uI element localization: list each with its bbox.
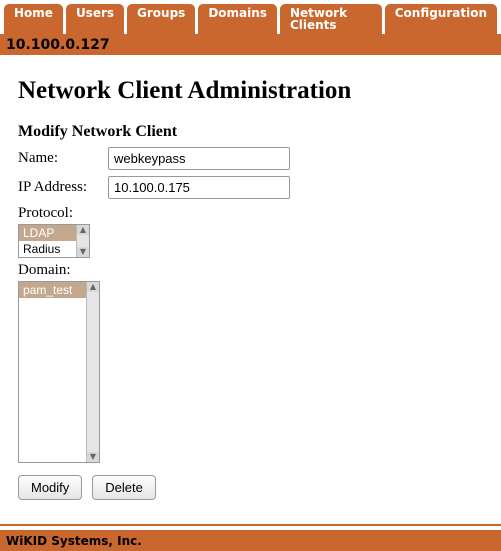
subheading: Modify Network Client bbox=[18, 123, 483, 141]
ip-address-bar: 10.100.0.127 bbox=[0, 35, 501, 55]
domain-option-pam-test[interactable]: pam_test bbox=[19, 282, 86, 298]
tab-home[interactable]: Home bbox=[4, 4, 63, 34]
protocol-scrollbar[interactable]: ▲ ▼ bbox=[76, 225, 89, 257]
main-content: Network Client Administration Modify Net… bbox=[0, 55, 501, 518]
scroll-down-icon[interactable]: ▼ bbox=[77, 247, 89, 257]
scroll-down-icon[interactable]: ▼ bbox=[87, 452, 99, 462]
scroll-up-icon[interactable]: ▲ bbox=[87, 282, 99, 292]
domain-scrollbar[interactable]: ▲ ▼ bbox=[86, 282, 99, 462]
protocol-label: Protocol: bbox=[18, 205, 483, 222]
tab-users[interactable]: Users bbox=[66, 4, 124, 34]
ip-label: IP Address: bbox=[18, 179, 108, 196]
protocol-option-radius[interactable]: Radius bbox=[19, 241, 76, 257]
page-title: Network Client Administration bbox=[18, 77, 483, 105]
domain-label: Domain: bbox=[18, 262, 483, 279]
footer: WiKID Systems, Inc. bbox=[0, 530, 501, 551]
domain-listbox[interactable]: pam_test ▲ ▼ bbox=[18, 281, 100, 463]
tab-network-clients[interactable]: Network Clients bbox=[280, 4, 382, 34]
protocol-option-ldap[interactable]: LDAP bbox=[19, 225, 76, 241]
ip-input[interactable] bbox=[108, 176, 290, 199]
delete-button[interactable]: Delete bbox=[92, 475, 156, 500]
tab-groups[interactable]: Groups bbox=[127, 4, 195, 34]
scroll-up-icon[interactable]: ▲ bbox=[77, 225, 89, 235]
name-label: Name: bbox=[18, 150, 108, 167]
tab-configuration[interactable]: Configuration bbox=[385, 4, 497, 34]
name-input[interactable] bbox=[108, 147, 290, 170]
tab-domains[interactable]: Domains bbox=[198, 4, 277, 34]
protocol-listbox[interactable]: LDAP Radius ▲ ▼ bbox=[18, 224, 90, 258]
nav-tabs: Home Users Groups Domains Network Client… bbox=[0, 0, 501, 35]
modify-button[interactable]: Modify bbox=[18, 475, 82, 500]
